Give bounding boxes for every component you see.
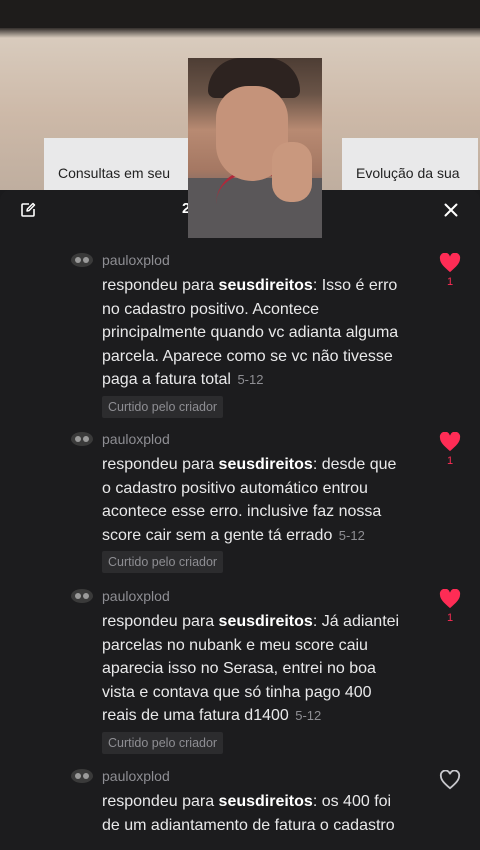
reply-prefix: respondeu para — [102, 277, 215, 294]
avatar[interactable] — [70, 768, 94, 784]
avatar[interactable] — [70, 431, 94, 447]
video-card-left-text: Consultas em seu — [58, 165, 171, 181]
comment-date: 5-12 — [237, 372, 264, 387]
video-card-right: Evolução da sua — [342, 138, 478, 190]
video-card-left: Consultas em seu — [44, 138, 194, 190]
comment-text: respondeu para seusdireitos: Já adiantei… — [102, 610, 407, 728]
comment-username[interactable]: pauloxplod — [102, 431, 170, 447]
avatar[interactable] — [70, 252, 94, 268]
comment-username[interactable]: pauloxplod — [102, 252, 170, 268]
creator-hand — [272, 142, 312, 202]
creator-video-overlay — [188, 58, 322, 238]
close-icon[interactable] — [443, 202, 459, 218]
like-count: 1 — [447, 276, 454, 288]
like-count: 1 — [447, 612, 454, 624]
video-card-right-text: Evolução da sua — [356, 165, 460, 181]
heart-icon[interactable] — [439, 253, 461, 273]
liked-by-creator-badge: Curtido pelo criador — [102, 396, 224, 418]
like-count: 1 — [447, 455, 454, 467]
comment-username[interactable]: pauloxplod — [102, 768, 170, 784]
reply-to-user[interactable]: seusdireitos — [219, 456, 313, 473]
comment-date: 5-12 — [338, 527, 365, 543]
reply-to-user[interactable]: seusdireitos — [219, 793, 313, 810]
liked-by-creator-badge: Curtido pelo criador — [102, 551, 224, 573]
heart-outline-icon[interactable] — [439, 770, 461, 790]
video-top-strip — [0, 0, 480, 28]
reply-to-user[interactable]: seusdireitos — [219, 277, 313, 294]
comment-text: respondeu para seusdireitos: os 400 foi … — [102, 790, 407, 837]
heart-icon[interactable] — [439, 432, 461, 452]
comment-text: respondeu para seusdireitos: Isso é erro… — [102, 274, 407, 392]
reply-to-user[interactable]: seusdireitos — [219, 613, 313, 630]
liked-by-creator-badge: Curtido pelo criador — [102, 732, 224, 754]
reply-prefix: respondeu para — [102, 456, 215, 473]
comment-date: 5-12 — [295, 708, 322, 723]
avatar[interactable] — [70, 588, 94, 604]
comment-username[interactable]: pauloxplod — [102, 588, 170, 604]
reply-prefix: respondeu para — [102, 793, 215, 810]
edit-icon[interactable] — [20, 202, 36, 218]
reply-prefix: respondeu para — [102, 613, 215, 630]
comment-text: respondeu para seusdireitos: desde que o… — [102, 453, 407, 547]
heart-icon[interactable] — [439, 589, 461, 609]
